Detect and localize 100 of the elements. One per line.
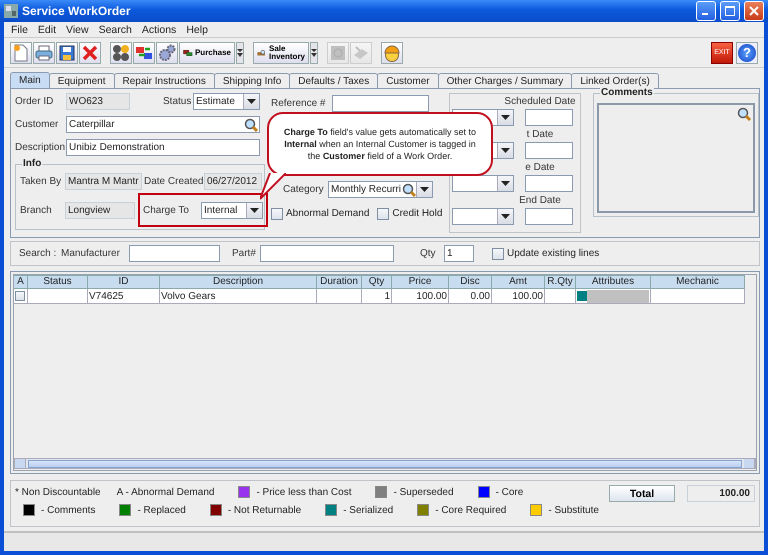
toolbar-menu-button[interactable]: Sale Inventory bbox=[253, 42, 309, 64]
checkbox[interactable] bbox=[15, 291, 25, 301]
maximize-icon bbox=[725, 6, 735, 16]
double-caret-icon bbox=[237, 48, 243, 56]
toolbar-button[interactable] bbox=[33, 42, 55, 64]
column-header[interactable]: Attributes bbox=[576, 275, 651, 289]
menu-item[interactable]: Edit bbox=[32, 24, 62, 36]
horizontal-scrollbar[interactable] bbox=[14, 458, 756, 469]
field-label: Part# bbox=[232, 248, 257, 259]
legend-label: - Superseded bbox=[393, 486, 454, 498]
search-icon[interactable] bbox=[737, 107, 751, 121]
column-header[interactable]: Duration bbox=[317, 275, 362, 289]
toolbar-button[interactable] bbox=[156, 42, 178, 64]
category-dropdown[interactable]: Monthly Recurri bbox=[328, 181, 433, 198]
field-label: Order ID bbox=[15, 96, 54, 107]
toolbar-button[interactable] bbox=[56, 42, 78, 64]
tab[interactable]: Shipping Info bbox=[214, 73, 290, 88]
field-label: Search : bbox=[19, 248, 58, 259]
comments-field[interactable] bbox=[597, 103, 755, 213]
input-field[interactable]: Mantra M Mantr bbox=[65, 173, 142, 190]
search-icon[interactable] bbox=[402, 182, 416, 196]
input-field[interactable]: Caterpillar bbox=[66, 116, 260, 133]
close-button[interactable] bbox=[744, 1, 764, 21]
caret-icon bbox=[420, 187, 429, 192]
tab[interactable]: Main bbox=[10, 72, 50, 88]
maximize-button[interactable] bbox=[720, 1, 740, 21]
new-document-icon bbox=[13, 44, 29, 62]
table-cell bbox=[317, 289, 362, 304]
input-field[interactable] bbox=[525, 175, 573, 192]
input-field[interactable] bbox=[525, 142, 573, 159]
legend-label: - Replaced bbox=[137, 504, 186, 516]
callout-text: Charge To field's value gets automatically set to Internal when an Internal Customer is tagged in the Customer field of a Work Order. bbox=[282, 126, 478, 162]
checkbox[interactable] bbox=[271, 208, 283, 220]
attribute-bar bbox=[587, 290, 649, 302]
legend-note: A - Abnormal Demand bbox=[116, 486, 214, 498]
legend-label: - Price less than Cost bbox=[256, 486, 352, 498]
status-dropdown[interactable]: Estimate bbox=[193, 93, 260, 110]
column-header[interactable]: Price bbox=[392, 275, 449, 289]
date-dropdown[interactable] bbox=[452, 208, 514, 225]
legend-label: - Not Returnable bbox=[228, 504, 302, 516]
column-header[interactable]: R.Qty bbox=[545, 275, 576, 289]
checkbox-label: Update existing lines bbox=[507, 248, 600, 259]
input-field[interactable]: 06/27/2012 bbox=[204, 173, 262, 190]
toolbar-menu-button[interactable]: Purchase bbox=[179, 42, 235, 64]
legend-label: - Core Required bbox=[435, 504, 506, 516]
input-field[interactable]: Unibiz Demonstration bbox=[66, 139, 260, 156]
minimize-button[interactable] bbox=[696, 1, 716, 21]
column-header[interactable]: Qty bbox=[362, 275, 392, 289]
tab[interactable]: Other Charges / Summary bbox=[438, 73, 572, 88]
table-cell: Volvo Gears bbox=[160, 289, 317, 304]
help-button[interactable]: ? bbox=[736, 42, 758, 64]
tab[interactable]: Equipment bbox=[48, 73, 114, 88]
menu-item[interactable]: Help bbox=[181, 24, 213, 36]
toolbar-button[interactable] bbox=[110, 42, 132, 64]
toolbar-button[interactable] bbox=[133, 42, 155, 64]
checkbox[interactable] bbox=[492, 248, 504, 260]
field-label: Description bbox=[15, 142, 66, 153]
input-field[interactable] bbox=[525, 208, 573, 225]
checkbox-label: Abnormal Demand bbox=[286, 208, 370, 219]
table-cell: 1 bbox=[362, 289, 392, 304]
input-field[interactable] bbox=[525, 109, 573, 126]
dropdown-button[interactable] bbox=[310, 42, 318, 64]
caret-icon bbox=[247, 99, 256, 104]
column-header[interactable]: Mechanic bbox=[651, 275, 745, 289]
legend-label: - Core bbox=[496, 486, 524, 498]
worker-icon bbox=[383, 44, 401, 62]
checkbox-label: Credit Hold bbox=[392, 208, 442, 219]
table-cell: 100.00 bbox=[492, 289, 545, 304]
checkbox[interactable] bbox=[377, 208, 390, 220]
menu-item[interactable]: View bbox=[61, 24, 94, 36]
menu-item[interactable]: Actions bbox=[136, 24, 182, 36]
caret-icon bbox=[501, 115, 510, 120]
tab[interactable]: Linked Order(s) bbox=[571, 73, 659, 88]
tab[interactable]: Repair Instructions bbox=[114, 73, 215, 88]
total-button[interactable]: Total bbox=[608, 485, 676, 502]
input-field[interactable]: Longview bbox=[65, 202, 135, 218]
table-cell: 0.00 bbox=[449, 289, 492, 304]
search-icon[interactable] bbox=[244, 118, 258, 132]
field-label: Customer bbox=[15, 119, 60, 130]
column-header[interactable]: Disc bbox=[449, 275, 492, 289]
input-field[interactable]: WO623 bbox=[66, 93, 130, 110]
field-label: Category bbox=[283, 184, 325, 195]
column-header[interactable]: ID bbox=[88, 275, 160, 289]
menu-item[interactable]: Search bbox=[94, 24, 137, 36]
input-field[interactable] bbox=[129, 245, 220, 262]
field-label: Qty bbox=[420, 248, 437, 259]
field-label: Taken By bbox=[20, 176, 62, 187]
dropdown-button[interactable] bbox=[236, 42, 244, 64]
charge-to-dropdown[interactable]: Internal bbox=[201, 202, 263, 218]
column-header[interactable]: Amt bbox=[492, 275, 545, 289]
column-header[interactable]: A bbox=[14, 275, 28, 289]
column-header[interactable]: Status bbox=[28, 275, 88, 289]
input-field[interactable] bbox=[260, 245, 394, 262]
menu-item[interactable]: File bbox=[6, 24, 33, 36]
date-dropdown[interactable] bbox=[452, 175, 514, 192]
input-field[interactable]: 1 bbox=[444, 245, 474, 262]
field-label: Charge To bbox=[143, 204, 190, 216]
boxes-icon bbox=[135, 44, 153, 60]
column-header[interactable]: Description bbox=[160, 275, 317, 289]
input-field[interactable] bbox=[332, 95, 429, 112]
